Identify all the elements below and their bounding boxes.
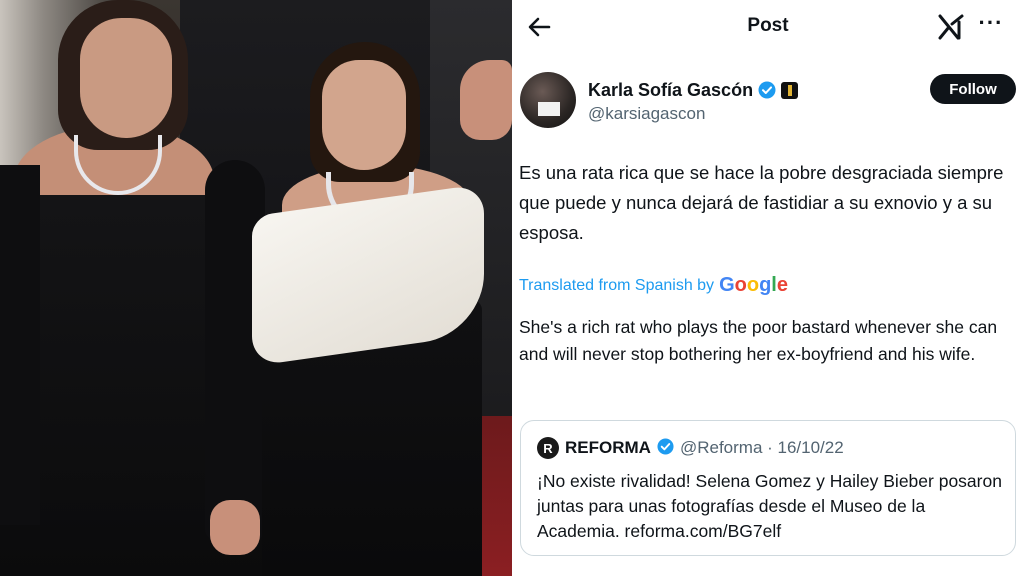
translation-attribution: Translated from Spanish by Google	[519, 274, 788, 297]
quoted-verified-badge-icon	[657, 438, 674, 458]
quoted-post-card[interactable]: R REFORMA @Reforma · 16/10/22 ¡No existe…	[520, 420, 1016, 556]
verified-badge-icon	[758, 81, 776, 99]
more-options-icon[interactable]: ···	[976, 10, 1006, 40]
follow-button[interactable]: Follow	[930, 74, 1016, 104]
google-logo: Google	[719, 274, 788, 296]
woman-left-arm-left	[0, 165, 40, 525]
quoted-handle-date: @Reforma · 16/10/22	[679, 438, 844, 457]
woman-left-face	[80, 18, 172, 138]
tweet-text: Es una rata rica que se hace la pobre de…	[519, 162, 1004, 243]
background-hand	[460, 60, 512, 140]
author-avatar[interactable]	[520, 72, 576, 128]
post-panel: Post ··· Karla Sofía Gascón @karsiagasco…	[512, 0, 1024, 576]
author-name-line: Karla Sofía Gascón	[588, 78, 799, 102]
quoted-author-avatar: R	[537, 437, 559, 459]
author-handle[interactable]: @karsiagascon	[588, 104, 705, 124]
top-bar: Post ···	[512, 0, 1024, 54]
translated-label[interactable]: Translated from Spanish by	[519, 277, 714, 295]
quoted-post-text: ¡No existe rivalidad! Selena Gomez y Hai…	[537, 471, 1002, 541]
quoted-author-name: REFORMA	[565, 438, 651, 457]
author-display-name[interactable]: Karla Sofía Gascón	[588, 80, 753, 101]
held-hands	[210, 500, 260, 555]
x-logo-icon[interactable]	[936, 12, 966, 42]
red-carpet-photo	[0, 0, 512, 576]
tweet-translation: She's a rich rat who plays the poor bast…	[519, 317, 998, 364]
affiliation-badge-icon	[781, 81, 799, 99]
woman-right-face	[322, 60, 406, 170]
quoted-post-header: R REFORMA @Reforma · 16/10/22	[537, 437, 844, 459]
avatar-paper	[538, 102, 560, 116]
